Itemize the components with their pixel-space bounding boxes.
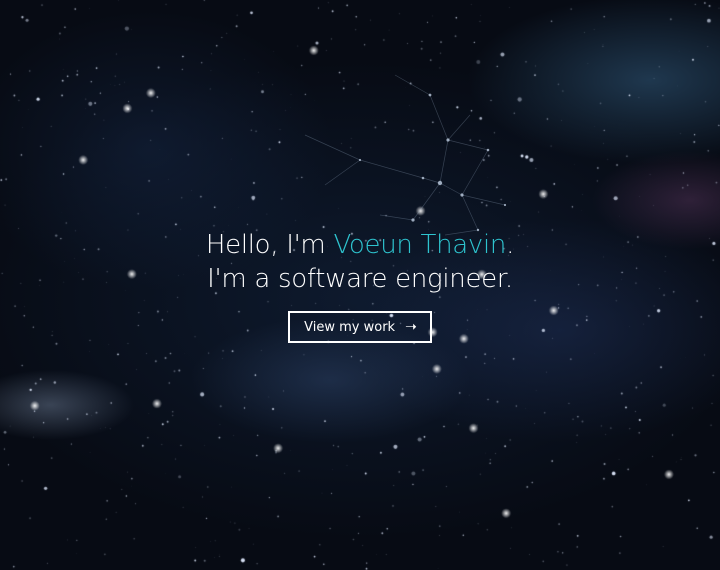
greeting-prefix: Hello, I'm <box>205 230 334 260</box>
arrow-right-icon: ➝ <box>405 319 417 335</box>
hero-section: Hello, I'm Voeun Thavin. I'm a software … <box>0 0 720 570</box>
hero-name: Voeun Thavin <box>333 230 507 260</box>
hero-tagline: I'm a software engineer. <box>207 264 513 294</box>
view-my-work-button[interactable]: View my work ➝ <box>288 311 432 343</box>
hero-greeting: Hello, I'm Voeun Thavin. <box>0 228 720 262</box>
view-my-work-label: View my work <box>304 319 396 335</box>
greeting-suffix: . <box>506 230 515 260</box>
hero-content: Hello, I'm Voeun Thavin. I'm a software … <box>0 228 720 343</box>
